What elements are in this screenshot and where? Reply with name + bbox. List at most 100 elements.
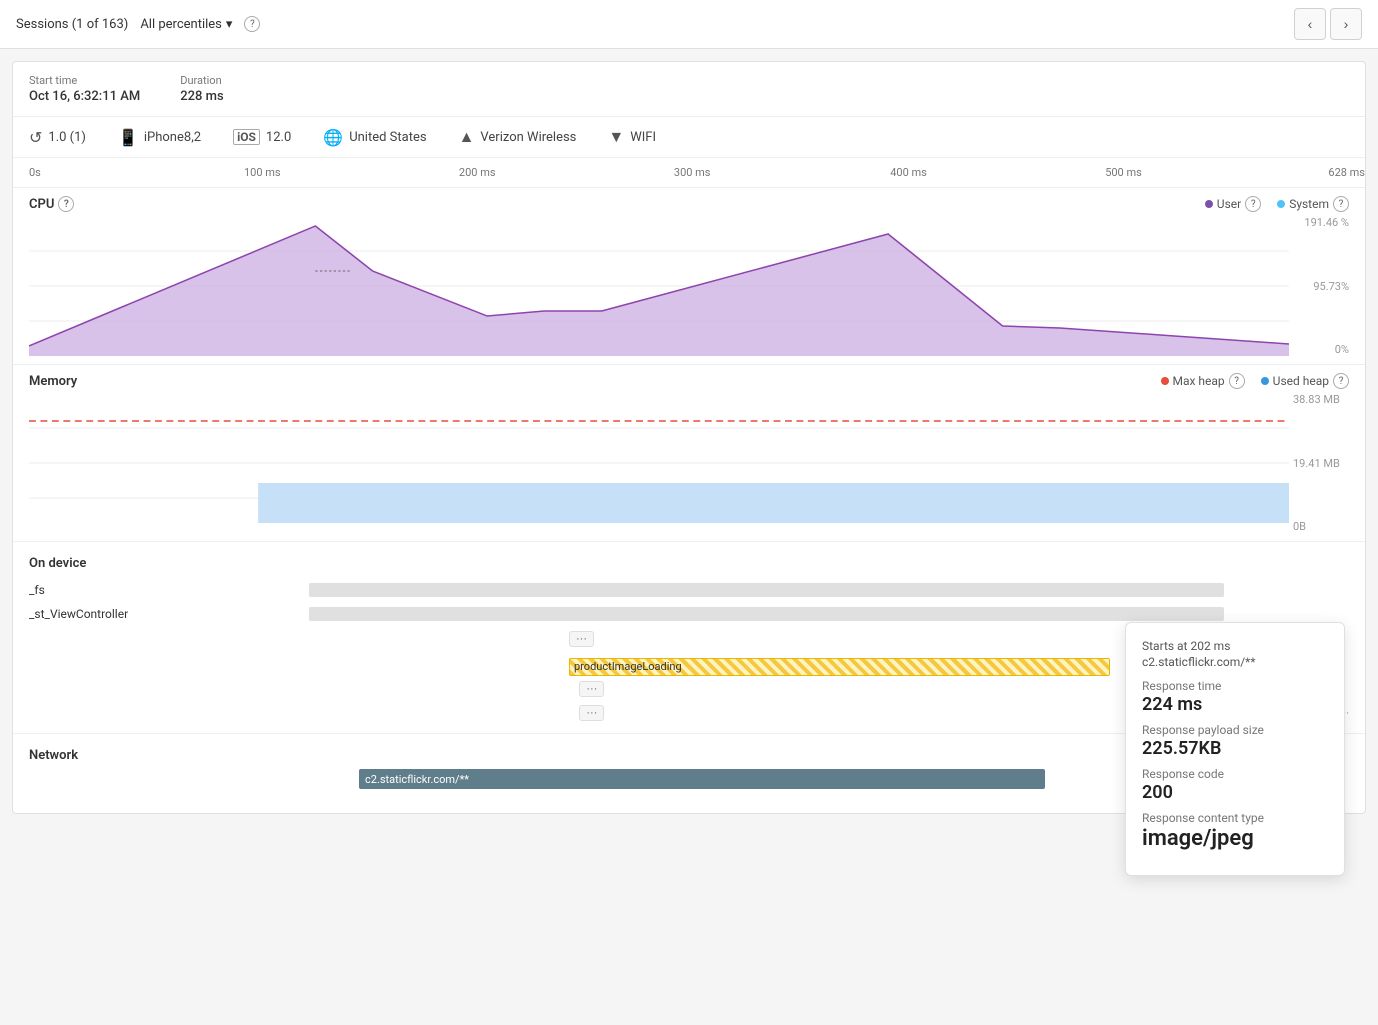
start-time-group: Start time Oct 16, 6:32:11 AM	[29, 74, 140, 104]
tooltip-payload: Response payload size 225.57KB	[1142, 723, 1328, 759]
trace-bar-fs	[309, 583, 1224, 597]
cpu-help-icon[interactable]: ?	[58, 196, 74, 212]
tooltip-starts: Starts at 202 ms	[1142, 639, 1328, 653]
cpu-user-dot	[1205, 200, 1213, 208]
top-bar-left: Sessions (1 of 163) All percentiles ▾ ?	[16, 16, 1282, 32]
wifi-icon: ▼	[608, 127, 624, 147]
memory-header: Memory Max heap ? Used heap ?	[29, 365, 1349, 393]
cpu-system-help[interactable]: ?	[1333, 196, 1349, 212]
network-url: c2.staticflickr.com/**	[365, 773, 469, 786]
device-version: ↺ 1.0 (1)	[29, 128, 86, 147]
expand-dots-1[interactable]: ···	[569, 631, 594, 647]
cpu-user-legend: User ?	[1205, 196, 1261, 212]
prev-session-button[interactable]: ‹	[1294, 8, 1326, 40]
percentile-dropdown[interactable]: All percentiles ▾	[140, 17, 232, 32]
memory-max-dot	[1161, 377, 1169, 385]
session-info: Start time Oct 16, 6:32:11 AM Duration 2…	[13, 62, 1365, 117]
carrier-value: Verizon Wireless	[480, 130, 576, 145]
tooltip-code-label: Response code	[1142, 767, 1328, 781]
tooltip-content-type-label: Response content type	[1142, 811, 1328, 825]
network-value: WIFI	[630, 130, 656, 145]
memory-used-dot	[1261, 377, 1269, 385]
memory-max-help[interactable]: ?	[1229, 373, 1245, 389]
tooltip-content-type-value: image/jpeg	[1142, 826, 1328, 851]
device-region: 🌐 United States	[323, 128, 426, 147]
signal-icon: ▲	[459, 127, 475, 147]
memory-chart	[29, 393, 1289, 533]
device-carrier: ▲ Verizon Wireless	[459, 127, 577, 147]
nav-buttons: ‹ ›	[1294, 8, 1362, 40]
expand-dots-3[interactable]: ···	[579, 705, 604, 721]
tooltip-url: c2.staticflickr.com/**	[1142, 655, 1328, 669]
tooltip-response-time-label: Response time	[1142, 679, 1328, 693]
start-time-value: Oct 16, 6:32:11 AM	[29, 89, 140, 104]
trace-bar-stvc	[309, 607, 1224, 621]
ruler-400ms: 400 ms	[890, 166, 927, 179]
top-bar: Sessions (1 of 163) All percentiles ▾ ? …	[0, 0, 1378, 49]
os-value: 12.0	[266, 130, 291, 145]
timeline-ruler: 0s 100 ms 200 ms 300 ms 400 ms 500 ms 62…	[13, 158, 1365, 188]
phone-icon: 📱	[118, 128, 138, 147]
network-tooltip: Starts at 202 ms c2.staticflickr.com/** …	[1125, 622, 1345, 876]
device-os: iOS 12.0	[233, 129, 291, 145]
cpu-system-legend: System ?	[1277, 196, 1349, 212]
duration-group: Duration 228 ms	[180, 74, 223, 104]
cpu-section: CPU ? User ? System ?	[13, 188, 1365, 365]
model-value: iPhone8,2	[144, 130, 201, 145]
tooltip-code: Response code 200	[1142, 767, 1328, 803]
cpu-chart	[29, 216, 1289, 356]
cpu-legend: User ? System ?	[1205, 196, 1349, 212]
ruler-100ms: 100 ms	[244, 166, 281, 179]
ruler-500ms: 500 ms	[1105, 166, 1142, 179]
memory-chart-svg	[29, 393, 1289, 533]
trace-label-fs: _fs	[29, 583, 309, 597]
duration-label: Duration	[180, 74, 223, 87]
version-value: 1.0 (1)	[48, 130, 86, 145]
memory-legend: Max heap ? Used heap ?	[1161, 373, 1350, 389]
on-device-title: On device	[29, 550, 1349, 577]
memory-max-legend: Max heap ?	[1161, 373, 1245, 389]
memory-y-labels: 38.83 MB 19.41 MB 0B	[1289, 393, 1349, 533]
trace-bar-area-fs	[309, 583, 1349, 597]
ruler-200ms: 200 ms	[459, 166, 496, 179]
duration-value: 228 ms	[180, 89, 223, 104]
memory-used-help[interactable]: ?	[1333, 373, 1349, 389]
trace-label-stvc: _st_ViewController	[29, 607, 309, 621]
region-value: United States	[349, 130, 426, 145]
cpu-user-help[interactable]: ?	[1245, 196, 1261, 212]
cpu-title: CPU ?	[29, 196, 74, 212]
tooltip-payload-label: Response payload size	[1142, 723, 1328, 737]
trace-row-fs: _fs	[29, 579, 1349, 601]
next-session-button[interactable]: ›	[1330, 8, 1362, 40]
device-network: ▼ WIFI	[608, 127, 656, 147]
ruler-0s: 0s	[29, 166, 41, 179]
globe-icon: 🌐	[323, 128, 343, 147]
tooltip-payload-value: 225.57KB	[1142, 738, 1328, 759]
cpu-header: CPU ? User ? System ?	[29, 188, 1349, 216]
main-card: Start time Oct 16, 6:32:11 AM Duration 2…	[12, 61, 1366, 814]
expand-dots-2[interactable]: ···	[579, 681, 604, 697]
cpu-system-dot	[1277, 200, 1285, 208]
tooltip-response-time: Response time 224 ms	[1142, 679, 1328, 715]
cpu-chart-svg	[29, 216, 1289, 356]
sessions-help-icon[interactable]: ?	[244, 16, 260, 32]
memory-used-legend: Used heap ?	[1261, 373, 1349, 389]
ios-icon: iOS	[233, 129, 260, 145]
ruler-300ms: 300 ms	[674, 166, 711, 179]
version-icon: ↺	[29, 128, 42, 147]
cpu-user-area	[29, 226, 1289, 356]
device-model: 📱 iPhone8,2	[118, 128, 201, 147]
tooltip-content-type: Response content type image/jpeg	[1142, 811, 1328, 851]
percentile-label: All percentiles	[140, 17, 222, 32]
network-bar: c2.staticflickr.com/**	[359, 769, 1045, 789]
memory-title: Memory	[29, 374, 77, 389]
sessions-label: Sessions (1 of 163)	[16, 17, 128, 32]
product-label: productImageLoading	[570, 660, 682, 673]
memory-section: Memory Max heap ? Used heap ?	[13, 365, 1365, 542]
start-time-label: Start time	[29, 74, 140, 87]
tooltip-response-time-value: 224 ms	[1142, 694, 1328, 715]
used-heap-bar	[258, 483, 1289, 523]
dropdown-arrow-icon: ▾	[226, 17, 233, 32]
ruler-628ms: 628 ms	[1328, 166, 1365, 179]
cpu-chart-container: 191.46 % 95.73% 0%	[29, 216, 1349, 356]
